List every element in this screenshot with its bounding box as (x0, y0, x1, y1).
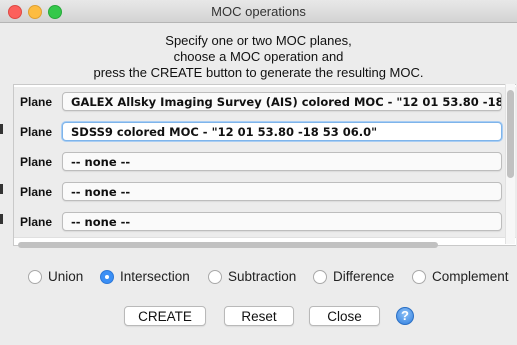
plane-row-5: Plane -- none -- (14, 207, 516, 238)
plane-label: Plane (20, 215, 53, 229)
close-button[interactable]: Close (309, 306, 380, 326)
plane-label: Plane (20, 185, 53, 199)
horizontal-scrollbar[interactable] (14, 240, 504, 250)
plane-row-3: Plane -- none -- (14, 147, 516, 178)
plane-row-1: Plane GALEX Allsky Imaging Survey (AIS) … (14, 87, 516, 118)
plane-row-4: Plane -- none -- (14, 177, 516, 208)
radio-complement-button[interactable] (412, 270, 426, 284)
radio-subtraction[interactable]: Subtraction (208, 269, 296, 287)
instruction-line-3: press the CREATE button to generate the … (93, 65, 424, 80)
title-bar[interactable]: MOC operations (0, 0, 517, 23)
radio-difference-button[interactable] (313, 270, 327, 284)
plane-2-selector[interactable]: SDSS9 colored MOC - "12 01 53.80 -18 53 … (62, 122, 502, 141)
create-button[interactable]: CREATE (124, 306, 206, 326)
plane-5-selector[interactable]: -- none -- (62, 212, 502, 231)
edge-marker (0, 124, 3, 134)
plane-label: Plane (20, 95, 53, 109)
radio-union-label: Union (48, 269, 84, 284)
radio-difference[interactable]: Difference (313, 269, 394, 287)
plane-label: Plane (20, 155, 53, 169)
horizontal-scroll-thumb[interactable] (18, 242, 438, 248)
help-icon[interactable]: ? (396, 307, 414, 325)
plane-1-selector[interactable]: GALEX Allsky Imaging Survey (AIS) colore… (62, 92, 502, 111)
radio-complement-label: Complement (432, 269, 509, 284)
planes-list: Plane GALEX Allsky Imaging Survey (AIS) … (13, 84, 516, 246)
operation-radio-group: Union Intersection Subtraction Differenc… (0, 269, 517, 289)
radio-intersection-label: Intersection (120, 269, 190, 284)
radio-difference-label: Difference (333, 269, 395, 284)
plane-4-selector[interactable]: -- none -- (62, 182, 502, 201)
reset-button[interactable]: Reset (224, 306, 294, 326)
radio-subtraction-label: Subtraction (228, 269, 297, 284)
plane-label: Plane (20, 125, 53, 139)
plane-row-2: Plane SDSS9 colored MOC - "12 01 53.80 -… (14, 117, 516, 148)
plane-3-selector[interactable]: -- none -- (62, 152, 502, 171)
instruction-line-2: choose a MOC operation and (173, 49, 344, 64)
radio-union-button[interactable] (28, 270, 42, 284)
vertical-scrollbar[interactable] (505, 84, 515, 244)
radio-complement[interactable]: Complement (412, 269, 509, 287)
moc-operations-window: MOC operations Specify one or two MOC pl… (0, 0, 517, 345)
window-title: MOC operations (211, 4, 306, 19)
radio-union[interactable]: Union (28, 269, 83, 287)
radio-subtraction-button[interactable] (208, 270, 222, 284)
vertical-scroll-thumb[interactable] (507, 90, 514, 178)
radio-intersection[interactable]: Intersection (100, 269, 190, 287)
radio-intersection-button[interactable] (100, 270, 114, 284)
instruction-line-1: Specify one or two MOC planes, (165, 33, 352, 48)
edge-marker (0, 214, 3, 224)
edge-marker (0, 184, 3, 194)
instructions: Specify one or two MOC planes, choose a … (0, 33, 517, 81)
